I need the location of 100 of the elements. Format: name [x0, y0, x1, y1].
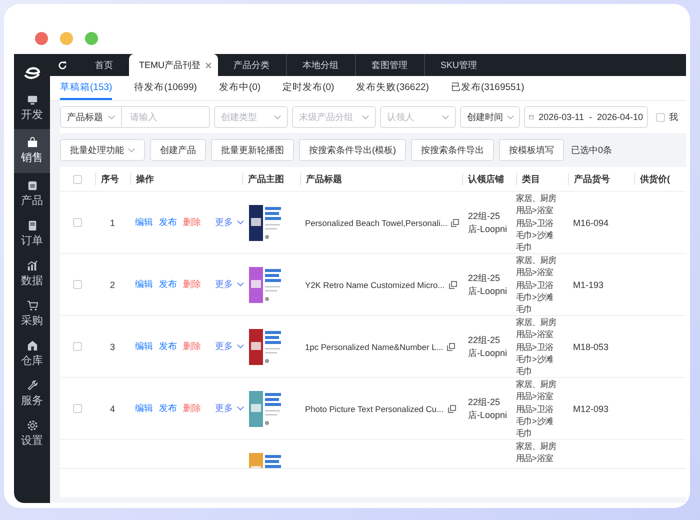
column-header: 产品标题: [306, 174, 342, 184]
sidebar-item[interactable]: 产品: [14, 175, 50, 213]
action-link[interactable]: 编辑: [135, 216, 153, 230]
status-tab[interactable]: 发布失败(36622): [356, 76, 429, 100]
monitor-icon: [26, 94, 38, 105]
toolbar-button[interactable]: 批量处理功能: [60, 139, 145, 161]
window-minimize-button[interactable]: [60, 32, 73, 45]
category-text: 用品>卫浴: [516, 216, 554, 229]
column-header: 类目: [522, 174, 540, 184]
search-field[interactable]: 请输入: [122, 106, 210, 128]
checkbox[interactable]: [656, 112, 665, 122]
bag-icon: [26, 137, 38, 148]
product-code: M1-193: [573, 280, 604, 290]
store-name: 22组-25: [468, 272, 502, 285]
sidebar-item[interactable]: 订单: [14, 215, 50, 253]
product-code: M18-053: [573, 342, 609, 352]
sidebar-item[interactable]: 仓库: [14, 335, 50, 373]
sidebar-label: 采购: [21, 314, 43, 328]
toolbar-button[interactable]: 创建产品: [150, 139, 206, 161]
toolbar-button[interactable]: 按模板填写: [499, 139, 564, 161]
date-range-field[interactable]: 2026-03-11 - 2026-04-10: [524, 106, 648, 128]
copy-icon[interactable]: [447, 342, 456, 351]
product-code: M16-094: [573, 218, 609, 228]
close-icon[interactable]: [204, 62, 212, 68]
caret-icon: [362, 114, 369, 120]
action-link[interactable]: 编辑: [135, 340, 153, 354]
refresh-icon[interactable]: [58, 60, 67, 70]
category-text: 用品>浴室: [516, 204, 554, 217]
sidebar-label: 设置: [21, 434, 43, 448]
toolbar-button[interactable]: 按搜索条件导出(模板): [299, 139, 406, 161]
category-text: 家居、厨房: [516, 440, 558, 452]
action-link[interactable]: 发布: [159, 216, 177, 230]
category-text: 用品>浴室: [516, 452, 554, 465]
sidebar-item[interactable]: 数据: [14, 255, 50, 293]
copy-icon[interactable]: [448, 280, 457, 289]
action-link[interactable]: 发布: [159, 340, 177, 354]
sidebar-label: 数据: [21, 274, 43, 288]
copy-icon[interactable]: [451, 218, 460, 227]
sidebar-item[interactable]: 服务: [14, 375, 50, 413]
sidebar-label: 产品: [21, 194, 43, 208]
checkbox[interactable]: [73, 342, 82, 352]
category-text: 用品>浴室: [516, 328, 554, 341]
caret-icon: [237, 220, 244, 226]
logo-icon: [23, 66, 41, 80]
sidebar-label: 订单: [21, 234, 43, 248]
caret-icon: [274, 114, 281, 120]
sidebar-item[interactable]: 开发: [14, 89, 50, 127]
category-text: 毛巾: [516, 365, 533, 378]
cart-icon: [26, 300, 38, 311]
window-zoom-button[interactable]: [85, 32, 98, 45]
caret-icon: [237, 282, 244, 288]
checkbox[interactable]: [73, 404, 82, 414]
action-link[interactable]: 编辑: [135, 402, 153, 416]
category-text: 毛巾: [516, 303, 533, 316]
field-select[interactable]: 产品标题: [60, 106, 122, 128]
column-header: 认领店铺: [468, 174, 504, 184]
toolbar-button[interactable]: 按搜索条件导出: [411, 139, 494, 161]
status-tab[interactable]: 待发布(10699): [134, 76, 197, 100]
column-header: 产品主图: [248, 174, 284, 184]
product-title: 1pc Personalized Name&Number L...: [305, 342, 444, 352]
status-tab[interactable]: 已发布(3169551): [450, 76, 524, 100]
checkbox[interactable]: [73, 280, 82, 290]
settings-icon: [26, 420, 38, 431]
sidebar-item[interactable]: 采购: [14, 295, 50, 333]
checkbox[interactable]: [73, 174, 82, 184]
product-code: M12-093: [573, 404, 609, 414]
store-name: 店-Loopni: [468, 284, 508, 298]
category-text: 用品>浴室: [516, 266, 554, 279]
action-link[interactable]: 发布: [159, 278, 177, 292]
action-link[interactable]: 编辑: [135, 278, 153, 292]
product-title: Y2K Retro Name Customized Micro...: [305, 280, 445, 290]
store-name: 22组-25: [468, 396, 502, 409]
date-type-select[interactable]: 创建时间: [460, 106, 520, 128]
toolbar-button[interactable]: 批量更新轮播图: [211, 139, 294, 161]
store-name: 店-Loopni: [468, 408, 508, 422]
store-name: 22组-25: [468, 210, 502, 223]
product-title: Personalized Beach Towel,Personali...: [305, 218, 448, 228]
more-link[interactable]: 更多: [215, 340, 244, 354]
tab[interactable]: 产品分类: [218, 54, 286, 76]
sidebar-label: 仓库: [21, 354, 43, 368]
action-link[interactable]: 发布: [159, 402, 177, 416]
sidebar-item[interactable]: 销售: [14, 129, 50, 173]
window-close-button[interactable]: [35, 32, 48, 45]
checkbox[interactable]: [73, 218, 82, 228]
tab[interactable]: TEMU产品刊登: [129, 54, 218, 76]
category-text: 毛巾>沙滩: [516, 352, 554, 366]
category-text: 毛巾>沙滩: [516, 290, 554, 304]
caret-icon: [128, 148, 135, 152]
more-link[interactable]: 更多: [215, 216, 244, 230]
row-number: 3: [110, 342, 115, 352]
store-name: 店-Loopni: [468, 222, 508, 236]
more-link[interactable]: 更多: [215, 278, 244, 292]
sidebar-item[interactable]: 设置: [14, 415, 50, 453]
category-text: 用品>卫浴: [516, 402, 554, 415]
status-tab[interactable]: 定时发布(0): [282, 76, 334, 100]
caret-icon: [237, 406, 244, 412]
tab[interactable]: 首页: [79, 54, 129, 76]
copy-icon[interactable]: [448, 404, 456, 413]
status-tab[interactable]: 发布中(0): [218, 76, 261, 100]
more-link[interactable]: 更多: [215, 402, 244, 416]
